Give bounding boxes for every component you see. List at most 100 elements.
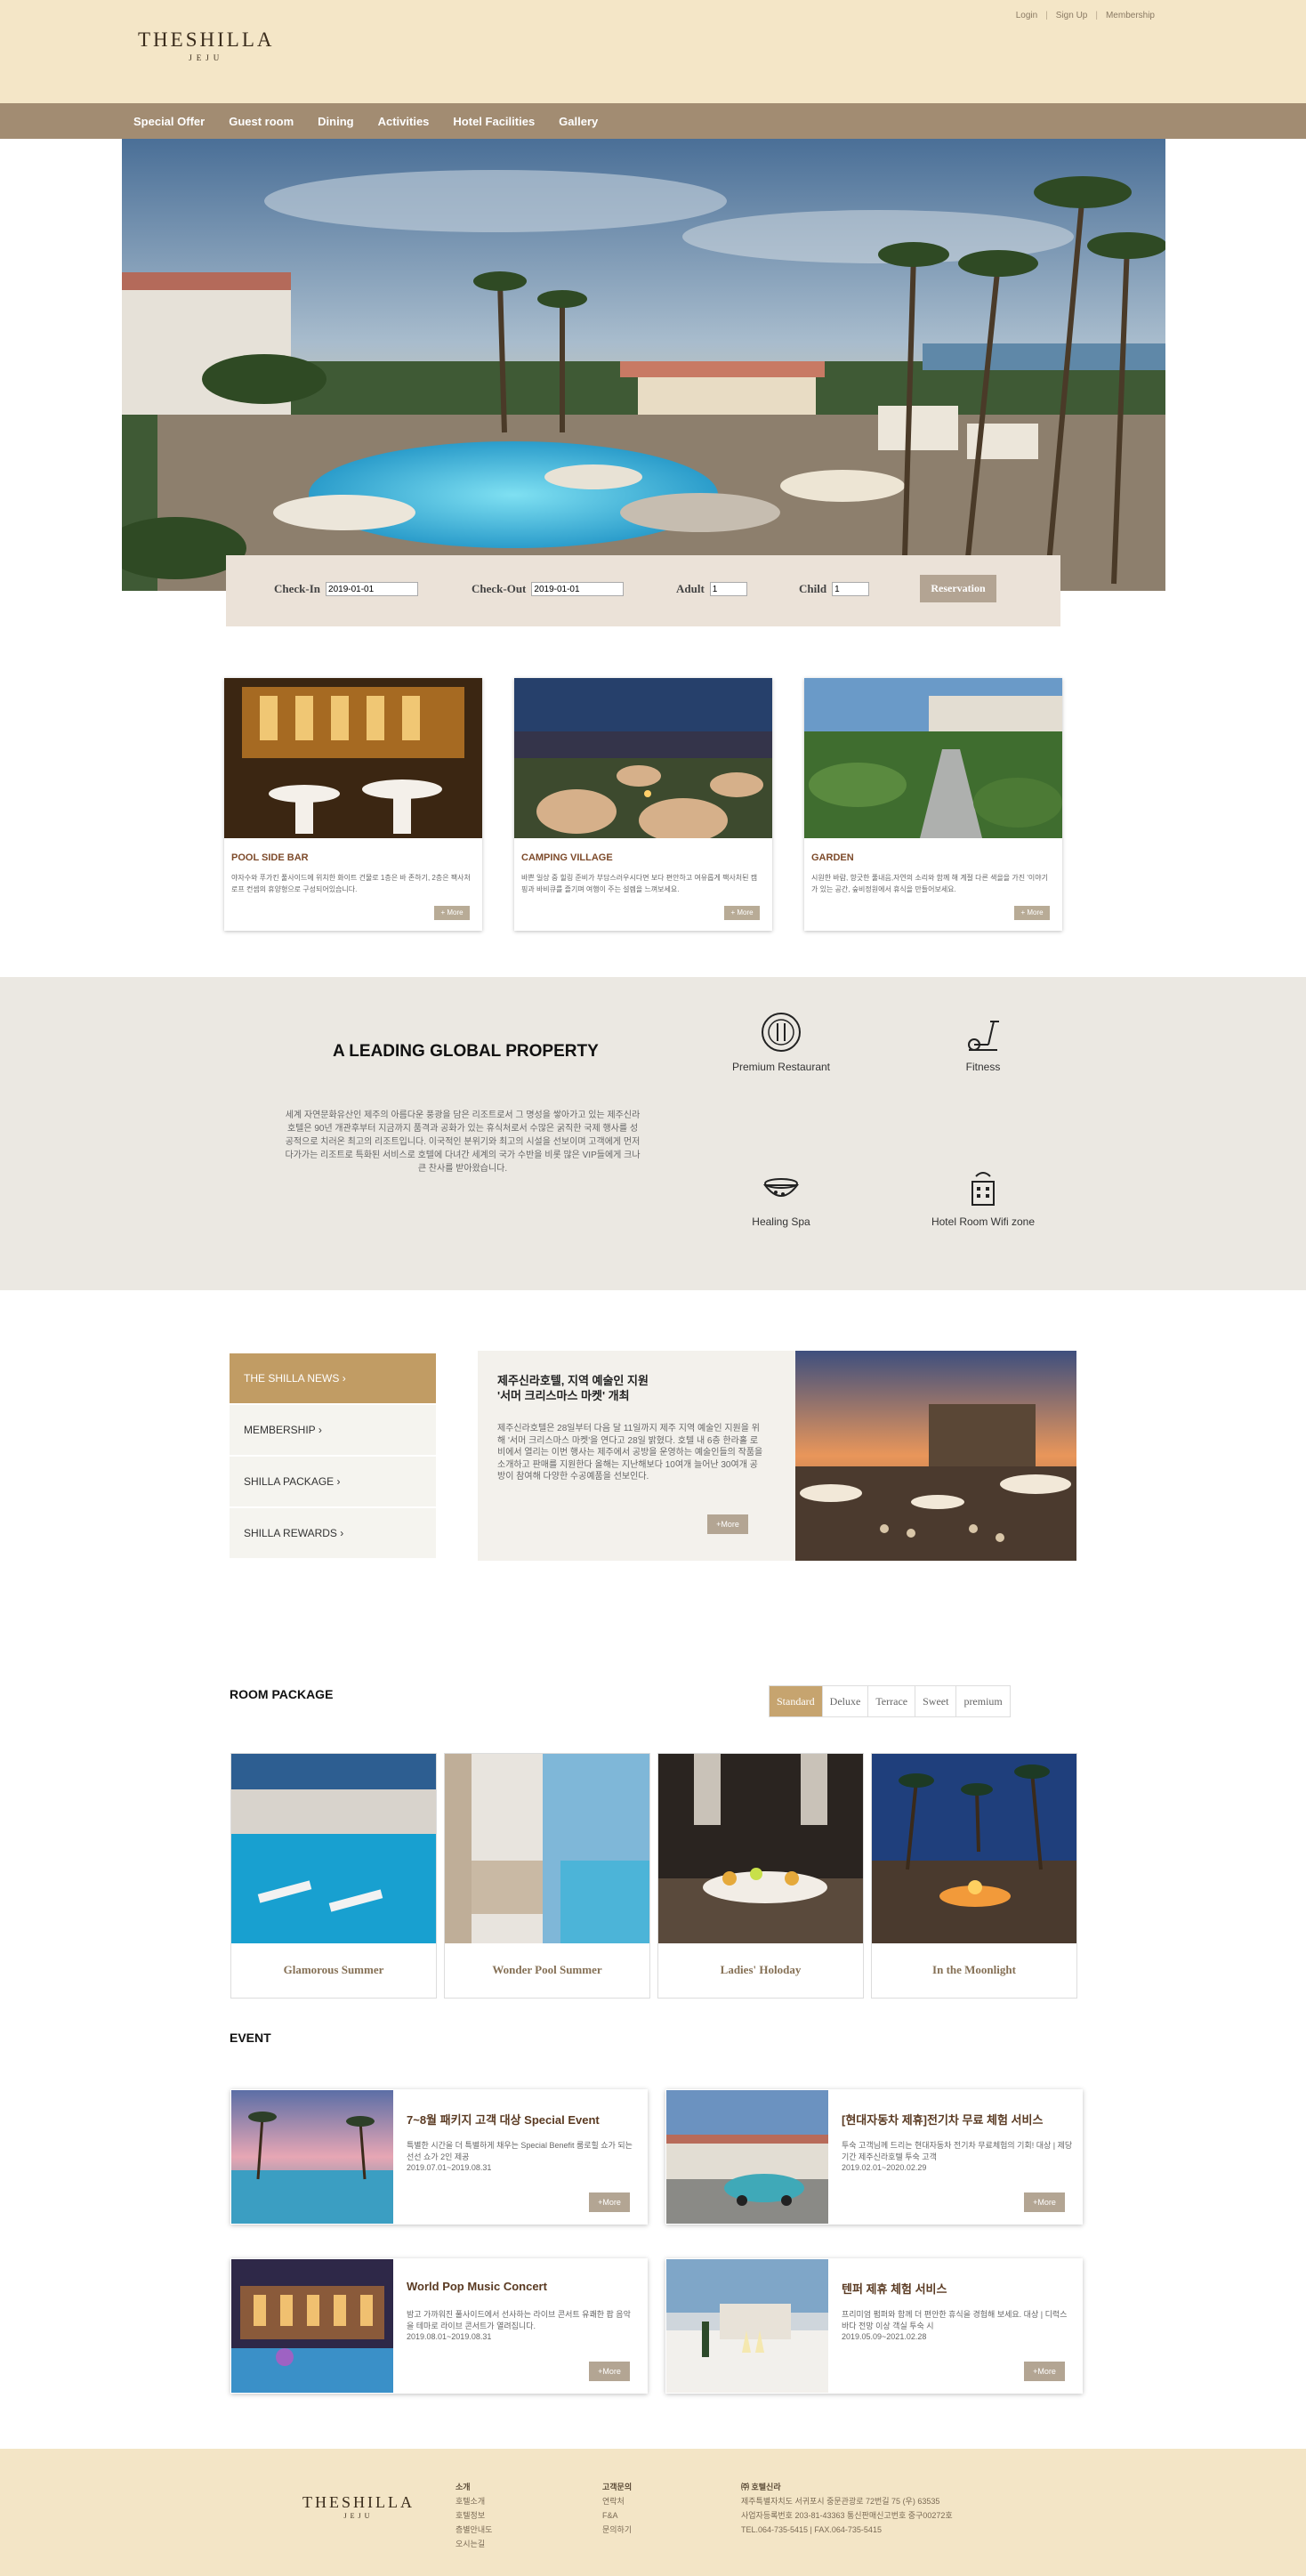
card-title: GARDEN — [811, 852, 854, 863]
event-card-desc: 밤고 가까워진 풀사이드에서 선사하는 라이브 콘서트 유쾌한 팝 음악을 테마… — [407, 2310, 631, 2330]
room-wonder-pool-summer[interactable]: Wonder Pool Summer — [444, 1753, 650, 1999]
feature-label: Hotel Room Wifi zone — [931, 1215, 1036, 1228]
footer-link[interactable]: 문의하기 — [602, 2523, 632, 2537]
nav-special-offer[interactable]: Special Offer — [133, 115, 205, 128]
menu-shilla-package[interactable]: SHILLA PACKAGE › — [230, 1457, 436, 1506]
adult-input[interactable] — [709, 582, 747, 596]
footer-logo-sub: JEJU — [343, 2512, 374, 2520]
more-button[interactable]: + More — [724, 906, 760, 920]
footer-column-contact: 고객문의 연락처 F&A 문의하기 — [602, 2480, 632, 2537]
more-button[interactable]: + More — [1014, 906, 1050, 920]
feature-premium-restaurant: Premium Restaurant — [719, 1011, 843, 1073]
card-title: POOL SIDE BAR — [231, 852, 309, 863]
site-logo[interactable]: THESHILLA JEJU — [138, 28, 274, 62]
reservation-button[interactable]: Reservation — [920, 575, 996, 602]
nav-hotel-facilities[interactable]: Hotel Facilities — [453, 115, 535, 128]
hotel-building-icon — [971, 1172, 995, 1206]
chevron-right-icon: › — [318, 1424, 322, 1436]
event-card[interactable]: World Pop Music Concert 밤고 가까워진 풀사이드에서 선… — [230, 2258, 648, 2394]
room-glamorous-summer[interactable]: Glamorous Summer — [230, 1753, 437, 1999]
spa-icon — [762, 1178, 800, 1197]
restaurant-icon — [762, 1013, 801, 1052]
nav-activities[interactable]: Activities — [378, 115, 430, 128]
menu-shilla-rewards[interactable]: SHILLA REWARDS › — [230, 1508, 436, 1558]
login-link[interactable]: Login — [1016, 11, 1037, 20]
checkout-field-group: Check-Out — [472, 582, 625, 596]
feature-label: Fitness — [965, 1061, 1001, 1073]
tab-standard[interactable]: Standard — [770, 1686, 822, 1716]
child-label: Child — [799, 582, 827, 595]
hero-image — [122, 139, 1165, 591]
event-card-date: 2019.07.01~2019.08.31 — [407, 2163, 492, 2172]
room-tabs: Standard Deluxe Terrace Sweet premium — [769, 1685, 1011, 1717]
main-nav: Special Offer Guest room Dining Activiti… — [0, 103, 1306, 139]
event-image — [666, 2090, 828, 2224]
nav-gallery[interactable]: Gallery — [559, 115, 598, 128]
room-label: In the Moonlight — [932, 1963, 1016, 1976]
menu-shilla-news[interactable]: THE SHILLA NEWS › — [230, 1353, 436, 1403]
footer-link[interactable]: 연락처 — [602, 2494, 632, 2508]
event-card-title: 7~8월 패키지 고객 대상 Special Event — [407, 2113, 600, 2127]
checkin-input[interactable] — [326, 582, 419, 596]
tab-terrace[interactable]: Terrace — [867, 1686, 915, 1716]
footer-link[interactable]: F&A — [602, 2508, 632, 2523]
room-ladies-holoday[interactable]: Ladies' Holoday — [657, 1753, 864, 1999]
event-card-desc: 투숙 고객님께 드리는 현대자동차 전기차 무료체험의 기회! 대상 | 제당 … — [842, 2141, 1073, 2161]
card-description: 야자수와 푸가킨 풀사이드에 위치한 화이트 건물로 1층은 바 존하기, 2층… — [231, 874, 471, 893]
nav-guest-room[interactable]: Guest room — [229, 115, 294, 128]
chevron-right-icon: › — [342, 1372, 346, 1385]
nav-dining[interactable]: Dining — [318, 115, 353, 128]
checkout-label: Check-Out — [472, 582, 527, 595]
news-article: 제주신라호텔, 지역 예술인 지원 '서머 크리스마스 마켓' 개최 제주신라호… — [478, 1351, 795, 1561]
event-card[interactable]: 텐퍼 제휴 체험 서비스 프리미엄 펌퍼와 함께 더 편안한 휴식을 경험해 보… — [665, 2258, 1083, 2394]
tab-premium[interactable]: premium — [955, 1686, 1009, 1716]
link-separator: | — [1045, 11, 1048, 20]
event-more-button[interactable]: +More — [1024, 2362, 1065, 2381]
room-image — [658, 1754, 863, 1943]
event-card[interactable]: 7~8월 패키지 고객 대상 Special Event 특별한 시간을 더 특… — [230, 2089, 648, 2225]
card-pool-side-bar[interactable]: POOL SIDE BAR 야자수와 푸가킨 풀사이드에 위치한 화이트 건물로… — [224, 678, 482, 931]
event-card-date: 2019.08.01~2019.08.31 — [407, 2332, 492, 2341]
feature-label: Premium Restaurant — [731, 1061, 831, 1073]
news-more-button[interactable]: +More — [707, 1514, 748, 1534]
leading-title: A LEADING GLOBAL PROPERTY — [333, 1042, 599, 1061]
more-button[interactable]: + More — [434, 906, 470, 920]
menu-label: SHILLA REWARDS — [244, 1527, 337, 1539]
leading-text: 세계 자연문화유산인 제주의 아름다운 풍광을 담은 리조트로서 그 명성을 쌓… — [285, 1110, 641, 1174]
footer-link[interactable]: 층별안내도 — [455, 2523, 492, 2537]
tab-sweet[interactable]: Sweet — [915, 1686, 955, 1716]
footer-link[interactable]: 호텔정보 — [455, 2508, 492, 2523]
footer-link[interactable]: 오시는길 — [455, 2537, 492, 2551]
event-card-title: 텐퍼 제휴 체험 서비스 — [842, 2282, 947, 2296]
signup-link[interactable]: Sign Up — [1056, 11, 1088, 20]
event-card-desc: 특별한 시간을 더 특별하게 채우는 Special Benefit 룸로힐 쇼… — [407, 2141, 633, 2161]
header-bar: THESHILLA JEJU Login | Sign Up | Members… — [0, 0, 1306, 103]
event-more-button[interactable]: +More — [589, 2192, 630, 2212]
room-in-the-moonlight[interactable]: In the Moonlight — [871, 1753, 1077, 1999]
checkout-input[interactable] — [531, 582, 625, 596]
menu-membership[interactable]: MEMBERSHIP › — [230, 1405, 436, 1455]
room-package-title: ROOM PACKAGE — [230, 1687, 334, 1701]
tab-deluxe[interactable]: Deluxe — [821, 1686, 868, 1716]
membership-link[interactable]: Membership — [1106, 11, 1155, 20]
garden-image — [804, 678, 1062, 838]
event-more-button[interactable]: +More — [1024, 2192, 1065, 2212]
footer-phone: TEL.064-735-5415 | FAX.064-735-5415 — [741, 2525, 882, 2534]
card-description: 시원한 바람, 향긋한 풀내음,자연의 소리와 함께 해 계절 다른 색을을 가… — [811, 874, 1048, 893]
event-card[interactable]: [현대자동차 제휴]전기차 무료 체험 서비스 투숙 고객님께 드리는 현대자동… — [665, 2089, 1083, 2225]
card-camping-village[interactable]: CAMPING VILLAGE 바쁜 일상 중 힐링 준비가 부담스러우시다면 … — [514, 678, 772, 931]
footer-logo[interactable]: THESHILLA JEJU — [302, 2493, 415, 2520]
menu-label: SHILLA PACKAGE — [244, 1475, 335, 1488]
event-image — [666, 2259, 828, 2393]
pool-side-bar-image — [224, 678, 482, 838]
event-more-button[interactable]: +More — [589, 2362, 630, 2381]
top-links: Login | Sign Up | Membership — [1016, 11, 1155, 20]
footer-link[interactable]: 호텔소개 — [455, 2494, 492, 2508]
card-title: CAMPING VILLAGE — [521, 852, 613, 863]
card-garden[interactable]: GARDEN 시원한 바람, 향긋한 풀내음,자연의 소리와 함께 해 계절 다… — [804, 678, 1062, 931]
child-input[interactable] — [832, 582, 870, 596]
footer-address: 제주특별자치도 서귀포시 중문관광로 72번길 75 (우) 63535 — [741, 2497, 940, 2506]
chevron-right-icon: › — [336, 1475, 341, 1488]
fitness-bike-icon — [968, 1021, 999, 1051]
news-title-line: 제주신라호텔, 지역 예술인 지원 — [497, 1374, 649, 1387]
